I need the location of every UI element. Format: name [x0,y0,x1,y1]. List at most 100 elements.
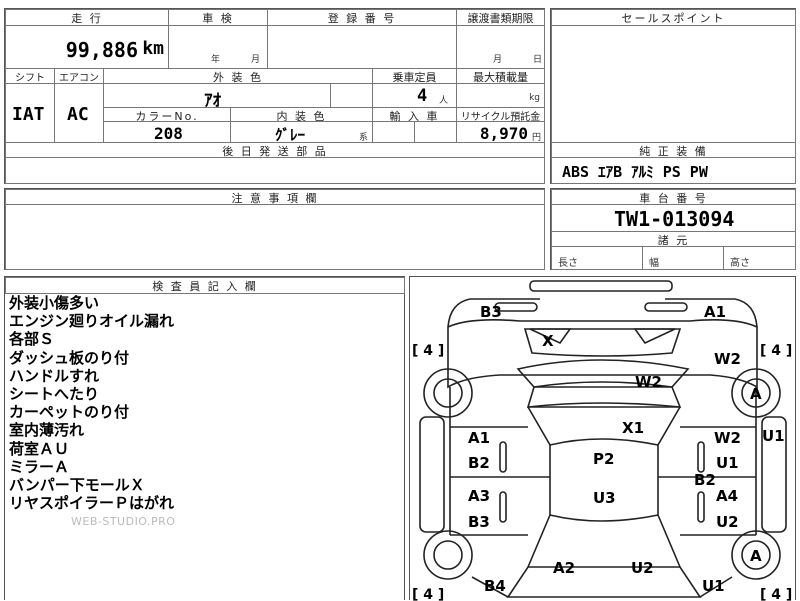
import-cell-b [414,121,457,143]
inspector-note: 荷室ＡＵ [9,439,70,458]
damage-mark: A4 [716,487,738,505]
width-label: 幅 [649,258,659,269]
equipment-value: ABS ｴｱB ｱﾙﾐ PS PW [562,163,708,181]
tire-label: [ 4 ] [760,343,792,359]
inspector-note: リヤスポイラーＰはがれ [9,494,175,513]
damage-mark: U2 [631,559,654,577]
capacity-header: 乗車定員 [372,68,457,84]
car-diagram: B3 A1 X W2 W2 A A U1 X1 A1 W2 B2 P2 U1 B… [409,276,796,601]
interior-color-header: 内 装 色 [230,107,373,122]
width-cell: 幅 [642,246,724,270]
equipment-header: 純 正 装 備 [551,142,796,158]
damage-mark: A1 [704,303,726,321]
damage-mark: W2 [714,429,741,447]
damage-mark: U3 [593,489,616,507]
damage-mark: A2 [553,559,575,577]
interior-color-value: ｸﾞﾚｰ [275,126,306,143]
inspector-note: カーペットのり付 [9,403,130,422]
shift-cell: IAT [5,83,55,143]
inspector-note: バンパー下モールＸ [9,476,145,495]
capacity-unit: 人 [439,96,449,106]
aircon-cell: AC [54,83,104,143]
damage-mark: U1 [716,454,739,472]
length-cell: 長さ [551,246,643,270]
inspector-note: エンジン廻りオイル漏れ [9,312,175,331]
year-label: 年 [211,55,221,65]
mileage-header: 走 行 [5,9,169,26]
aircon-header: エアコン [54,68,104,84]
exterior-color-value: ｱｵ [204,91,221,108]
inspector-note: ハンドルすれ [9,366,100,385]
mileage-value: 99,886 [65,38,138,62]
registration-header: 登 録 番 号 [267,9,457,26]
inspector-note: 各部Ｓ [9,330,55,349]
equipment-cell: ABS ｴｱB ｱﾙﾐ PS PW [551,157,796,184]
inspector-note: 室内薄汚れ [9,421,85,440]
chassis-value: TW1-013094 [614,207,735,231]
chassis-header: 車 台 番 号 [551,189,796,205]
max-load-cell: kg [456,83,545,108]
color-no-cell: 208 [103,121,231,143]
damage-mark: P2 [593,450,614,468]
inspector-notes-list: 外装小傷多い エンジン廻りオイル漏れ 各部Ｓ ダッシュ板のり付 ハンドルすれ シ… [9,294,174,512]
height-label: 高さ [730,258,750,269]
import-cell-a [372,121,415,143]
exterior-color-header: 外 装 色 [103,68,373,84]
chassis-block: 車 台 番 号 TW1-013094 諸 元 長さ 幅 高さ [550,188,796,270]
deadline-header: 譲渡書類期限 [456,9,545,26]
deadline-day: 日 [533,55,543,65]
shaken-cell: 年 月 [168,25,268,69]
notes-cell [5,204,545,270]
damage-mark: U2 [716,513,739,531]
chassis-cell: TW1-013094 [551,204,796,232]
watermark: WEB-STUDIO.PRO [71,515,176,528]
damage-mark: B4 [484,577,506,595]
specs-header: 諸 元 [551,231,796,247]
import-header: 輸 入 車 [372,107,457,122]
damage-mark: A3 [468,487,490,505]
damage-mark: B2 [468,454,490,472]
notes-block: 注 意 事 項 欄 [4,188,545,270]
mileage-unit: km [142,38,164,59]
interior-color-cell: ｸﾞﾚｰ 系 [230,121,373,143]
inspector-note: シートへたり [9,385,100,404]
color-no-header: カラーNo. [103,107,231,122]
mileage-cell: 99,886 km [5,25,169,69]
car-outline: B3 A1 X W2 W2 A A U1 X1 A1 W2 B2 P2 U1 B… [412,280,792,601]
damage-mark: W2 [635,373,662,391]
max-load-header: 最大積載量 [456,68,545,84]
sales-point-cell [551,25,796,143]
inspector-note: ミラーＡ [9,457,70,476]
shift-header: シフト [5,68,55,84]
notes-header: 注 意 事 項 欄 [5,189,545,205]
capacity-value: 4 [417,86,428,106]
month-label: 月 [251,55,261,65]
registration-cell [267,25,457,69]
capacity-cell: 4 人 [372,83,457,108]
damage-mark: U1 [762,427,785,445]
shift-value: IAT [12,104,45,125]
damage-mark: B3 [468,513,490,531]
damage-mark: X1 [622,419,644,437]
length-label: 長さ [558,258,578,269]
inspector-block: 検 査 員 記 入 欄 外装小傷多い エンジン廻りオイル漏れ 各部Ｓ ダッシュ板… [4,276,405,600]
shaken-header: 車 検 [168,9,268,26]
later-parts-cell [5,157,545,184]
sales-block: セールスポイント 純 正 装 備 ABS ｴｱB ｱﾙﾐ PS PW [550,8,796,184]
damage-mark: B3 [480,303,502,321]
damage-mark: A [750,385,762,403]
damage-mark: X [542,332,554,350]
tire-label: [ 4 ] [412,343,444,359]
height-cell: 高さ [723,246,796,270]
later-parts-header: 後 日 発 送 部 品 [5,142,545,158]
recycle-value: 8,970 [479,124,528,143]
damage-mark: B2 [694,471,716,489]
damage-mark: A [750,547,762,565]
load-unit: kg [529,93,540,103]
damage-mark: U1 [702,577,725,595]
exterior-color-extra [330,83,373,108]
inspector-header: 検 査 員 記 入 欄 [5,277,405,294]
damage-mark: W2 [714,350,741,368]
recycle-cell: 8,970 円 [456,121,545,143]
info-block: 走 行 車 検 登 録 番 号 譲渡書類期限 99,886 km 年 月 月 日… [4,8,545,184]
